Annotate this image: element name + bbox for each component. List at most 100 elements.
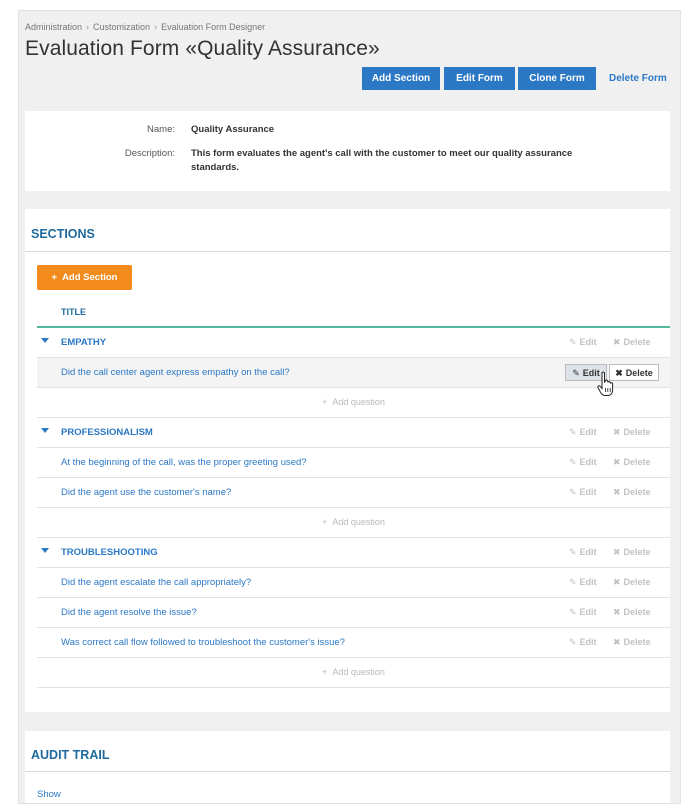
divider	[25, 251, 670, 252]
edit-question-button[interactable]: ✎ Edit	[569, 607, 597, 618]
delete-question-button[interactable]: ✖ Delete	[613, 607, 651, 618]
column-header-title: TITLE	[61, 307, 86, 317]
section-row-empathy[interactable]: EMPATHY ✎ Edit ✖ Delete	[37, 328, 670, 358]
breadcrumb-item-current: Evaluation Form Designer	[161, 22, 266, 32]
delete-question-button[interactable]: ✖ Delete	[609, 364, 659, 381]
edit-section-button[interactable]: ✎ Edit	[569, 337, 597, 348]
close-icon: ✖	[613, 577, 621, 587]
question-row[interactable]: Did the agent use the customer's name? ✎…	[37, 478, 670, 508]
hand-cursor-icon	[597, 371, 614, 396]
sections-card: SECTIONS + Add Section TITLE EMPATHY ✎ Edi…	[25, 209, 670, 712]
question-title[interactable]: Did the call center agent express empath…	[61, 367, 290, 378]
close-icon: ✖	[613, 427, 621, 437]
add-section-toolbar-button[interactable]: Add Section	[362, 67, 440, 90]
close-icon: ✖	[613, 637, 621, 647]
page-title: Evaluation Form «Quality Assurance»	[25, 37, 380, 60]
section-row-troubleshooting[interactable]: TROUBLESHOOTING ✎ Edit ✖ Delete	[37, 538, 670, 568]
description-value-line1: This form evaluates the agent's call wit…	[191, 148, 573, 159]
add-question-button[interactable]: + Add question	[37, 388, 670, 418]
delete-question-button[interactable]: ✖ Delete	[613, 637, 651, 648]
edit-label: Edit	[579, 457, 597, 467]
delete-question-button[interactable]: ✖ Delete	[613, 577, 651, 588]
delete-label: Delete	[623, 577, 651, 587]
breadcrumb: Administration › Customization › Evaluation …	[25, 22, 265, 32]
clone-form-button[interactable]: Clone Form	[518, 67, 596, 90]
plus-icon: +	[322, 517, 328, 527]
delete-section-button[interactable]: ✖ Delete	[613, 547, 651, 558]
delete-question-button[interactable]: ✖ Delete	[613, 487, 651, 498]
edit-form-button[interactable]: Edit Form	[444, 67, 515, 90]
close-icon: ✖	[613, 547, 621, 557]
plus-icon: +	[322, 667, 328, 677]
question-row[interactable]: Did the call center agent express empath…	[37, 358, 670, 388]
edit-section-button[interactable]: ✎ Edit	[569, 427, 597, 438]
breadcrumb-item-administration[interactable]: Administration	[25, 22, 82, 32]
delete-question-button[interactable]: ✖ Delete	[613, 457, 651, 468]
edit-icon: ✎	[572, 368, 580, 378]
close-icon: ✖	[613, 457, 621, 467]
edit-question-button[interactable]: ✎ Edit	[569, 637, 597, 648]
edit-question-button[interactable]: ✎ Edit	[569, 487, 597, 498]
breadcrumb-separator-icon: ›	[154, 22, 158, 32]
close-icon: ✖	[615, 368, 623, 378]
caret-down-icon[interactable]	[41, 338, 49, 343]
section-row-professionalism[interactable]: PROFESSIONALISM ✎ Edit ✖ Delete	[37, 418, 670, 448]
sections-heading: SECTIONS	[31, 227, 95, 241]
delete-label: Delete	[623, 547, 651, 557]
show-audit-link[interactable]: Show	[37, 789, 61, 800]
description-value-line2: standards.	[191, 162, 240, 173]
question-title[interactable]: Did the agent escalate the call appropri…	[61, 577, 251, 588]
question-title[interactable]: Did the agent resolve the issue?	[61, 607, 197, 618]
delete-form-link[interactable]: Delete Form	[609, 73, 667, 84]
section-title[interactable]: TROUBLESHOOTING	[61, 547, 158, 558]
form-info-card: Name: Quality Assurance Description: Thi…	[25, 111, 670, 191]
question-row[interactable]: Did the agent escalate the call appropri…	[37, 568, 670, 598]
delete-label: Delete	[623, 337, 651, 347]
breadcrumb-separator-icon: ›	[86, 22, 90, 32]
edit-label: Edit	[579, 607, 597, 617]
delete-label: Delete	[623, 607, 651, 617]
caret-down-icon[interactable]	[41, 548, 49, 553]
name-value: Quality Assurance	[191, 124, 275, 135]
question-row[interactable]: Was correct call flow followed to troubl…	[37, 628, 670, 658]
close-icon: ✖	[613, 607, 621, 617]
close-icon: ✖	[613, 337, 621, 347]
question-title[interactable]: Did the agent use the customer's name?	[61, 487, 231, 498]
question-row[interactable]: Did the agent resolve the issue? ✎ Edit ✖…	[37, 598, 670, 628]
delete-label: Delete	[625, 368, 653, 378]
audit-trail-card: AUDIT TRAIL Show	[25, 731, 670, 803]
add-question-button[interactable]: + Add question	[37, 658, 670, 688]
question-title[interactable]: Was correct call flow followed to troubl…	[61, 637, 345, 648]
edit-label: Edit	[579, 547, 597, 557]
add-question-label: Add question	[332, 667, 385, 677]
delete-section-button[interactable]: ✖ Delete	[613, 337, 651, 348]
edit-question-button[interactable]: ✎ Edit	[569, 577, 597, 588]
add-section-button[interactable]: + Add Section	[37, 265, 132, 290]
breadcrumb-item-customization[interactable]: Customization	[93, 22, 150, 32]
question-title[interactable]: At the beginning of the call, was the pr…	[61, 457, 307, 468]
add-question-label: Add question	[332, 397, 385, 407]
plus-icon: +	[322, 397, 328, 407]
delete-section-button[interactable]: ✖ Delete	[613, 427, 651, 438]
edit-icon: ✎	[569, 637, 577, 647]
close-icon: ✖	[613, 487, 621, 497]
plus-icon: +	[51, 272, 58, 283]
name-label: Name:	[147, 124, 175, 135]
edit-question-button[interactable]: ✎ Edit	[569, 457, 597, 468]
page-frame: Administration › Customization › Evaluation …	[18, 10, 681, 804]
add-question-button[interactable]: + Add question	[37, 508, 670, 538]
delete-label: Delete	[623, 457, 651, 467]
description-label: Description:	[124, 148, 175, 159]
edit-icon: ✎	[569, 427, 577, 437]
edit-section-button[interactable]: ✎ Edit	[569, 547, 597, 558]
add-section-button-label: Add Section	[62, 272, 118, 283]
edit-label: Edit	[579, 577, 597, 587]
section-title[interactable]: PROFESSIONALISM	[61, 427, 153, 438]
question-row[interactable]: At the beginning of the call, was the pr…	[37, 448, 670, 478]
section-title[interactable]: EMPATHY	[61, 337, 106, 348]
delete-label: Delete	[623, 487, 651, 497]
caret-down-icon[interactable]	[41, 428, 49, 433]
edit-icon: ✎	[569, 577, 577, 587]
edit-label: Edit	[579, 427, 597, 437]
edit-icon: ✎	[569, 607, 577, 617]
